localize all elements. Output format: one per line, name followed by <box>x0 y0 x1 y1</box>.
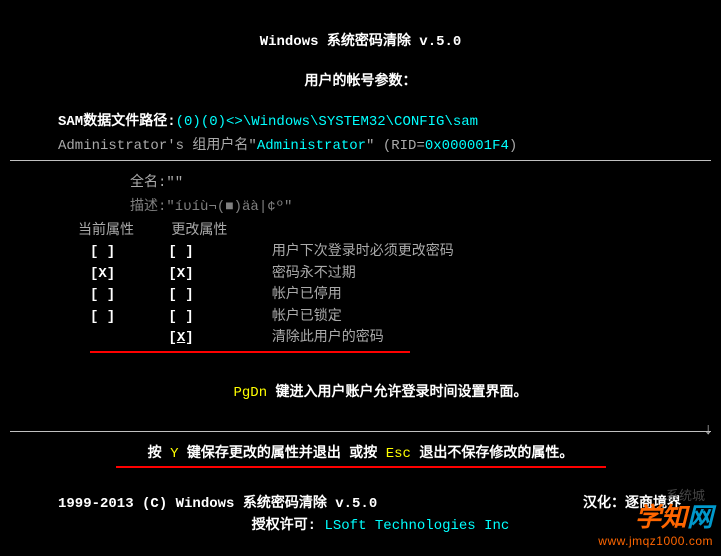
attr-change-2[interactable]: [ ] <box>168 286 263 306</box>
attr-current-1: [X] <box>90 265 160 285</box>
pgdn-text: 键进入用户账户允许登录时间设置界面。 <box>267 385 527 401</box>
save-prefix: 按 <box>148 446 170 462</box>
watermark-brand: 学知网 <box>598 497 713 534</box>
attr-desc-1: 密码永不过期 <box>272 265 356 285</box>
underline-highlight-2 <box>116 466 606 468</box>
license-label: 授权许可: <box>252 518 316 534</box>
attr-row-locked: [ ] [ ] 帐户已锁定 <box>0 308 721 328</box>
attr-row-disabled: [ ] [ ] 帐户已停用 <box>0 286 721 306</box>
attr-current-3: [ ] <box>90 308 160 328</box>
divider-bottom <box>10 431 711 432</box>
fullname-value: "" <box>166 175 183 191</box>
attr-row-neverexpire: [X] [X] 密码永不过期 <box>0 265 721 285</box>
description-label: 描述: <box>130 199 166 215</box>
attr-desc-3: 帐户已锁定 <box>272 308 342 328</box>
attr-change-0[interactable]: [ ] <box>168 243 263 263</box>
fullname-line: 全名:"" <box>0 171 721 191</box>
admin-username: Administrator <box>257 138 366 154</box>
attr-header-current: 当前属性 <box>78 219 163 239</box>
save-key-esc[interactable]: Esc <box>386 446 411 462</box>
watermark: 学知网 www.jmqz1000.com <box>598 497 713 548</box>
admin-prefix: Administrator's 组用户名" <box>58 138 257 154</box>
admin-line: Administrator's 组用户名"Administrator" (RID… <box>0 134 721 154</box>
sam-label: SAM数据文件路径: <box>58 114 176 130</box>
sam-path: (0)(0)<>\Windows\SYSTEM32\CONFIG\sam <box>176 114 478 130</box>
pgdn-key[interactable]: PgDn <box>233 385 267 401</box>
attr-desc-0: 用户下次登录时必须更改密码 <box>272 243 454 263</box>
attr-desc-2: 帐户已停用 <box>272 286 342 306</box>
attr-change-1[interactable]: [X] <box>168 265 263 285</box>
sam-path-line: SAM数据文件路径:(0)(0)<>\Windows\SYSTEM32\CONF… <box>0 110 721 130</box>
footer-copyright: 1999-2013 (C) Windows 系统密码清除 v.5.0 <box>58 496 377 512</box>
attr-row-clearpass: [X] 清除此用户的密码 <box>0 329 721 349</box>
attr-header-change: 更改属性 <box>171 223 227 239</box>
watermark-url: www.jmqz1000.com <box>598 534 713 548</box>
admin-suffix: ) <box>509 138 517 154</box>
save-mid2: 退出不保存修改的属性。 <box>411 446 573 462</box>
attr-current-0: [ ] <box>90 243 160 263</box>
fullname-label: 全名: <box>130 175 166 191</box>
save-hint: 按 Y 键保存更改的属性并退出 或按 Esc 退出不保存修改的属性。 <box>0 442 721 462</box>
save-mid1: 键保存更改的属性并退出 或按 <box>178 446 385 462</box>
admin-rid: 0x000001F4 <box>425 138 509 154</box>
admin-rid-label: " (RID= <box>366 138 425 154</box>
description-value: "íυíù¬(■)äà|¢º" <box>166 199 292 215</box>
underline-highlight <box>90 351 410 353</box>
pgdn-hint: PgDn 键进入用户账户允许登录时间设置界面。 <box>0 381 721 401</box>
attr-header: 当前属性 更改属性 <box>0 219 721 239</box>
attr-desc-4: 清除此用户的密码 <box>272 329 384 349</box>
license-company: LSoft Technologies Inc <box>316 518 509 534</box>
description-line: 描述:"íυíù¬(■)äà|¢º" <box>0 195 721 215</box>
attr-current-2: [ ] <box>90 286 160 306</box>
attr-change-3[interactable]: [ ] <box>168 308 263 328</box>
attr-change-4[interactable]: [X] <box>168 329 263 349</box>
section-subtitle: 用户的帐号参数： <box>0 70 721 90</box>
divider-top <box>10 160 711 161</box>
app-title: Windows 系统密码清除 v.5.0 <box>0 30 721 50</box>
attr-row-mustchange: [ ] [ ] 用户下次登录时必须更改密码 <box>0 243 721 263</box>
